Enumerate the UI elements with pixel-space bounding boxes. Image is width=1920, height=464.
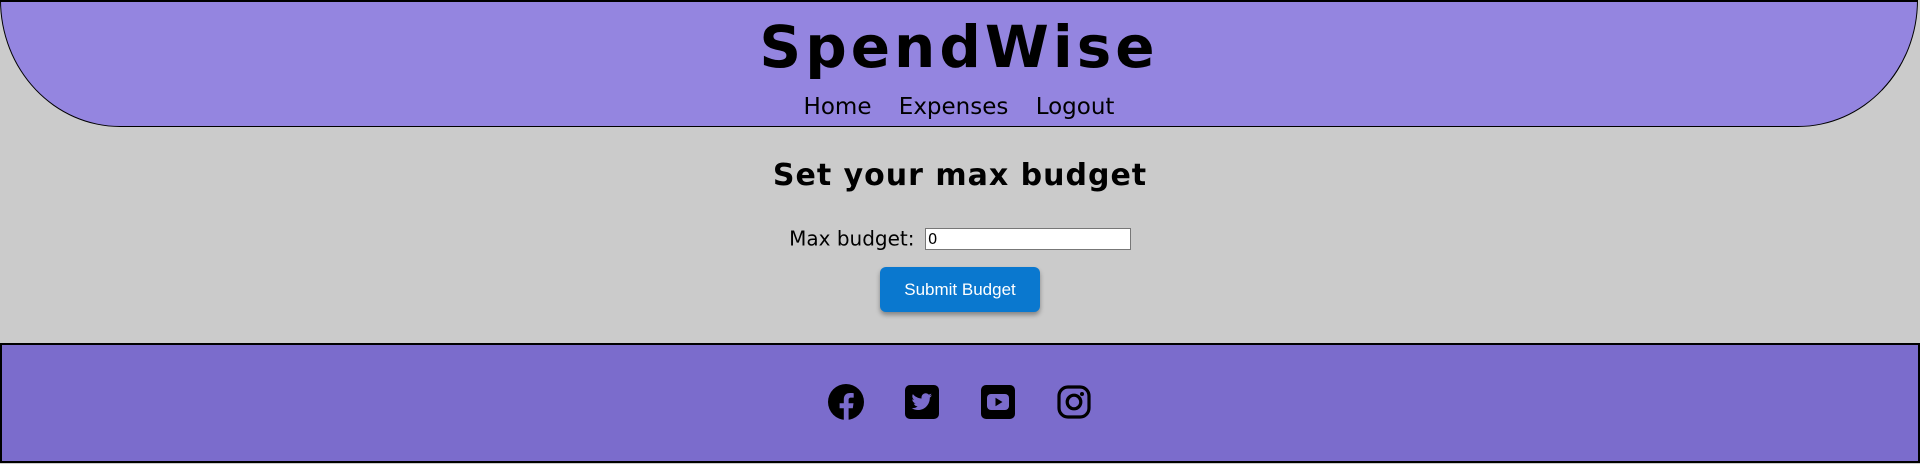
- site-header: SpendWise Home Expenses Logout: [0, 0, 1918, 127]
- max-budget-input[interactable]: [924, 227, 1131, 250]
- nav-expenses-link[interactable]: Expenses: [899, 94, 1009, 120]
- budget-form-row: Max budget:: [0, 224, 1920, 252]
- main-nav: Home Expenses Logout: [1, 92, 1917, 122]
- page-title: Set your max budget: [772, 158, 1148, 193]
- instagram-icon[interactable]: [1055, 383, 1093, 421]
- facebook-icon[interactable]: [827, 383, 865, 421]
- site-footer: [0, 343, 1920, 463]
- twitter-icon[interactable]: [903, 383, 941, 421]
- youtube-icon[interactable]: [979, 383, 1017, 421]
- social-links: [2, 383, 1918, 421]
- nav-logout-link[interactable]: Logout: [1036, 94, 1115, 120]
- max-budget-label: Max budget:: [789, 226, 915, 251]
- brand-title: SpendWise: [759, 13, 1159, 81]
- submit-budget-button[interactable]: Submit Budget: [880, 267, 1040, 312]
- nav-home-link[interactable]: Home: [804, 94, 872, 120]
